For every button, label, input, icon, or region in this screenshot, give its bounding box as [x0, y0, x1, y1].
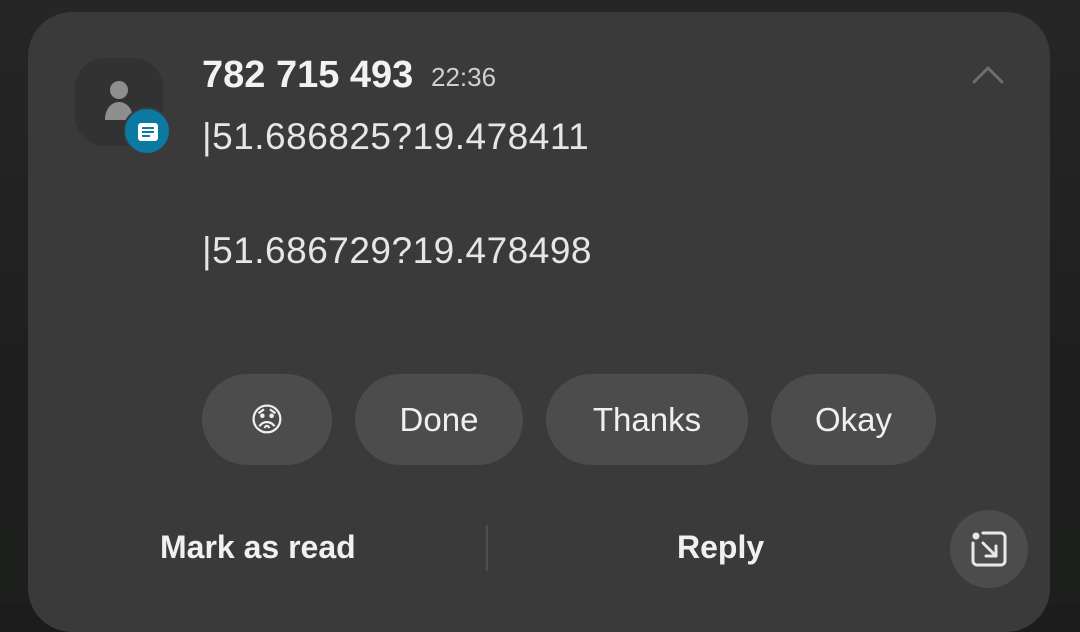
- expand-arrow-icon: [971, 531, 1007, 567]
- chevron-up-icon: [972, 66, 1004, 84]
- sender-number: 782 715 493: [202, 54, 414, 96]
- action-divider: [486, 525, 488, 571]
- notification-card[interactable]: 782 715 493 22:36 |51.686825?19.478411 |…: [28, 12, 1050, 632]
- smart-reply-thanks[interactable]: Thanks: [546, 374, 748, 465]
- message-line: |51.686825?19.478411: [202, 116, 590, 157]
- smart-reply-okay[interactable]: Okay: [771, 374, 936, 465]
- message-icon: [138, 123, 158, 141]
- smart-reply-emoji[interactable]: 😟: [202, 374, 332, 465]
- smart-reply-label: Okay: [814, 400, 893, 438]
- mark-as-read-button[interactable]: Mark as read: [160, 529, 356, 566]
- collapse-button[interactable]: [968, 56, 1008, 92]
- expand-button[interactable]: [950, 510, 1028, 588]
- reply-button[interactable]: Reply: [677, 529, 764, 566]
- worried-face-emoji: 😟: [249, 401, 285, 438]
- message-line: |51.686729?19.478498: [202, 230, 592, 271]
- smart-reply-done[interactable]: Done: [355, 374, 523, 465]
- messages-app-badge: [123, 107, 171, 155]
- smart-reply-label: Done: [399, 400, 479, 438]
- timestamp: 22:36: [431, 62, 497, 92]
- smart-reply-label: Thanks: [592, 400, 702, 438]
